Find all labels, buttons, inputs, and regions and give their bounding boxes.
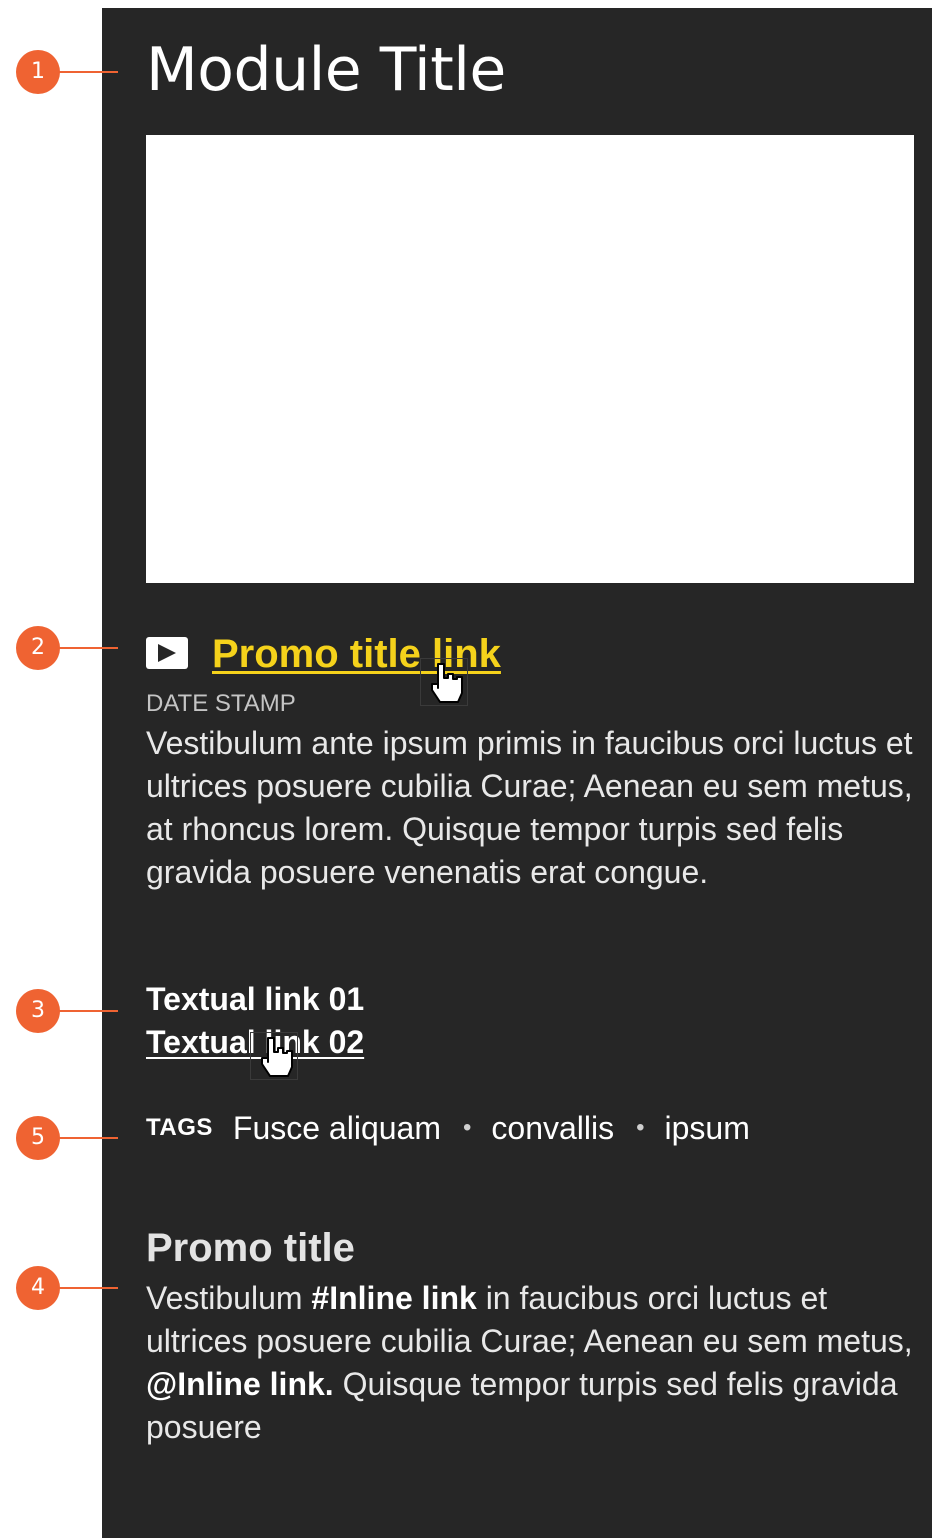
promo-body-part: Vestibulum <box>146 1280 312 1316</box>
annotation-badge: 1 <box>16 50 60 94</box>
annotation-marker: 1 <box>16 50 118 94</box>
date-stamp: DATE STAMP <box>146 690 296 717</box>
annotation-marker: 3 <box>16 989 118 1033</box>
tag-link[interactable]: Fusce aliquam <box>233 1110 441 1147</box>
play-icon <box>146 637 188 669</box>
annotation-badge: 5 <box>16 1116 60 1160</box>
annotation-line <box>58 647 118 649</box>
annotation-marker: 5 <box>16 1116 118 1160</box>
textual-link-02[interactable]: Textual link 02 <box>146 1022 364 1062</box>
annotation-badge: 4 <box>16 1266 60 1310</box>
textual-link-01[interactable]: Textual link 01 <box>146 979 364 1019</box>
tag-link[interactable]: convallis <box>491 1110 614 1147</box>
annotation-line <box>58 71 118 73</box>
annotation-line <box>58 1287 118 1289</box>
module-title: Module Title <box>146 35 506 105</box>
annotation-line <box>58 1137 118 1139</box>
tags-row: TAGS Fusce aliquam • convallis • ipsum <box>146 1106 750 1150</box>
annotation-badge: 3 <box>16 989 60 1033</box>
annotation-marker: 2 <box>16 626 118 670</box>
promo-title-link[interactable]: Promo title link <box>212 630 501 678</box>
promo-title: Promo title <box>146 1226 355 1270</box>
annotation-badge: 2 <box>16 626 60 670</box>
tag-separator: • <box>462 1114 472 1141</box>
promo-body-with-inline-links: Vestibulum #Inline link in faucibus orci… <box>146 1277 916 1449</box>
tag-separator: • <box>636 1114 645 1141</box>
tags-label: TAGS <box>146 1114 213 1141</box>
annotation-marker: 4 <box>16 1266 118 1310</box>
annotation-line <box>58 1010 118 1012</box>
promo-body-text: Vestibulum ante ipsum primis in faucibus… <box>146 725 913 890</box>
hero-image-placeholder[interactable] <box>146 135 914 583</box>
inline-link-hashtag[interactable]: #Inline link <box>311 1280 476 1316</box>
inline-link-mention[interactable]: @Inline link. <box>146 1366 334 1402</box>
tag-link[interactable]: ipsum <box>665 1110 750 1147</box>
